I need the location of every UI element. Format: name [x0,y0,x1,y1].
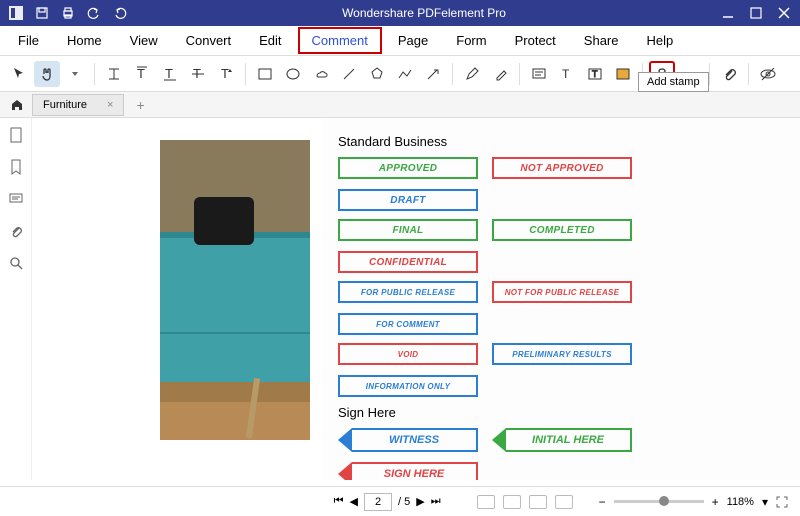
strikethrough-icon[interactable]: T [185,61,211,87]
prev-page-icon[interactable]: ◀ [350,495,358,508]
hand-tool-icon[interactable] [34,61,60,87]
status-bar: ⏮ ◀ / 5 ▶ ⏭ − + 118% ▾ [0,486,800,516]
save-icon[interactable] [34,5,50,21]
caret-icon[interactable]: T [213,61,239,87]
highlight-icon[interactable] [101,61,127,87]
menu-comment[interactable]: Comment [298,27,382,54]
typewriter-icon[interactable]: T [554,61,580,87]
comments-panel-icon[interactable] [7,190,25,208]
textbox-icon[interactable]: T [582,61,608,87]
page-total: / 5 [398,496,410,508]
connected-line-icon[interactable] [392,61,418,87]
stamp-approved[interactable]: APPROVED [338,157,478,179]
hide-comments-icon[interactable] [755,61,781,87]
arrow-stamp-witness[interactable]: WITNESS [338,428,478,452]
stamp-final[interactable]: FINAL [338,219,478,241]
section-sign: Sign Here [338,405,784,420]
zoom-out-icon[interactable]: − [599,495,606,509]
last-page-icon[interactable]: ⏭ [431,495,441,508]
zoom-dropdown-icon[interactable]: ▾ [762,495,768,509]
zoom-slider[interactable] [614,500,704,503]
facing-view-icon[interactable] [529,495,547,509]
next-page-icon[interactable]: ▶ [416,495,424,508]
single-view-icon[interactable] [477,495,495,509]
zoom-value: 118% [727,496,754,508]
arrow-stamp-initial-here[interactable]: INITIAL HERE [492,428,632,452]
note-icon[interactable] [526,61,552,87]
stamp-confidential[interactable]: CONFIDENTIAL [338,251,478,273]
stamp-not-for-public-release[interactable]: NOT FOR PUBLIC RELEASE [492,281,632,303]
side-panel [0,118,32,480]
stamp-preliminary-results[interactable]: PRELIMINARY RESULTS [492,343,632,365]
stamp-panel[interactable]: Standard Business APPROVED NOT APPROVED DR… [322,118,800,480]
polygon-shape-icon[interactable] [364,61,390,87]
arrow-shape-icon[interactable] [420,61,446,87]
cloud-shape-icon[interactable] [308,61,334,87]
document-canvas[interactable]: Standard Business APPROVED NOT APPROVED DR… [32,118,800,480]
menu-view[interactable]: View [118,29,170,52]
dropdown-icon[interactable] [62,61,88,87]
stamp-tooltip: Add stamp [638,72,709,92]
menu-share[interactable]: Share [572,29,631,52]
attachments-panel-icon[interactable] [7,222,25,240]
window-title: Wondershare PDFelement Pro [128,6,720,20]
svg-text:T: T [221,66,229,81]
arrow-stamp-sign-here[interactable]: SIGN HERE [338,462,478,480]
document-tab[interactable]: Furniture × [32,94,124,116]
section-standard: Standard Business [338,134,784,149]
minimize-icon[interactable] [720,5,736,21]
print-icon[interactable] [60,5,76,21]
rect-shape-icon[interactable] [252,61,278,87]
text-style1-icon[interactable]: T [129,61,155,87]
first-page-icon[interactable]: ⏮ [334,495,344,508]
tab-close-icon[interactable]: × [107,99,113,111]
svg-text:T: T [592,69,598,79]
close-icon[interactable] [776,5,792,21]
continuous-view-icon[interactable] [503,495,521,509]
thumbnails-icon[interactable] [7,126,25,144]
eraser-icon[interactable] [487,61,513,87]
page-input[interactable] [364,493,392,511]
menu-protect[interactable]: Protect [503,29,568,52]
callout-icon[interactable] [610,61,636,87]
fullscreen-icon[interactable] [776,496,788,508]
facing-continuous-icon[interactable] [555,495,573,509]
menu-help[interactable]: Help [635,29,686,52]
menu-file[interactable]: File [6,29,51,52]
menu-edit[interactable]: Edit [247,29,293,52]
document-tab-bar: Furniture × + [0,92,800,118]
redo-icon[interactable] [112,5,128,21]
select-tool-icon[interactable] [6,61,32,87]
home-icon[interactable] [8,96,26,114]
search-panel-icon[interactable] [7,254,25,272]
stamp-information-only[interactable]: INFORMATION ONLY [338,375,478,397]
oval-shape-icon[interactable] [280,61,306,87]
stamp-draft[interactable]: DRAFT [338,189,478,211]
svg-text:T: T [137,66,145,81]
stamp-for-comment[interactable]: FOR COMMENT [338,313,478,335]
menu-page[interactable]: Page [386,29,440,52]
pencil-icon[interactable] [459,61,485,87]
underline-icon[interactable]: T [157,61,183,87]
stamp-not-approved[interactable]: NOT APPROVED [492,157,632,179]
line-shape-icon[interactable] [336,61,362,87]
new-tab-icon[interactable]: + [130,97,150,113]
maximize-icon[interactable] [748,5,764,21]
stamp-completed[interactable]: COMPLETED [492,219,632,241]
menu-home[interactable]: Home [55,29,114,52]
stamp-void[interactable]: VOID [338,343,478,365]
svg-text:T: T [165,66,173,81]
stamp-for-public-release[interactable]: FOR PUBLIC RELEASE [338,281,478,303]
title-bar: Wondershare PDFelement Pro [0,0,800,26]
svg-text:T: T [562,67,570,81]
tab-label: Furniture [43,99,87,111]
menu-bar: FileHomeViewConvertEditCommentPageFormPr… [0,26,800,56]
attachment-icon[interactable] [716,61,742,87]
bookmarks-icon[interactable] [7,158,25,176]
zoom-in-icon[interactable]: + [712,495,719,509]
app-logo-icon [8,5,24,21]
menu-form[interactable]: Form [444,29,498,52]
undo-icon[interactable] [86,5,102,21]
menu-convert[interactable]: Convert [174,29,244,52]
